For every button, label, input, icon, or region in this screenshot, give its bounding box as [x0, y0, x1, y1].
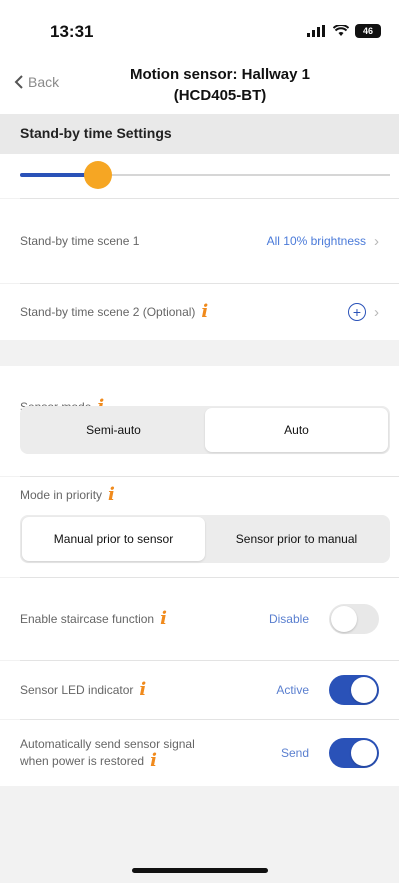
- info-icon[interactable]: i: [108, 486, 115, 504]
- toggle-knob: [351, 740, 377, 766]
- sensor-mode-option-auto[interactable]: Auto: [205, 408, 388, 452]
- nav-bar: Back Motion sensor: Hallway 1 (HCD405-BT…: [0, 58, 399, 114]
- standby-scene1-row[interactable]: Stand-by time scene 1 All 10% brightness…: [0, 199, 399, 283]
- home-indicator: [132, 868, 268, 873]
- info-icon[interactable]: i: [139, 681, 146, 699]
- status-icons: 46: [307, 24, 381, 38]
- power-restore-label-line2-wrap: when power is restored i: [20, 752, 195, 770]
- toggle-knob: [331, 606, 357, 632]
- priority-option-manual[interactable]: Manual prior to sensor: [22, 517, 205, 561]
- chevron-right-icon: ›: [374, 303, 379, 321]
- led-row: Sensor LED indicator i Active: [0, 661, 399, 719]
- page-title-line1: Motion sensor: Hallway 1: [129, 66, 311, 83]
- chevron-right-icon: ›: [374, 232, 379, 250]
- power-restore-row: Automatically send sensor signal when po…: [0, 720, 399, 786]
- led-control: Active: [276, 675, 379, 705]
- wifi-icon: [333, 25, 349, 36]
- add-circle-icon[interactable]: +: [348, 303, 366, 321]
- staircase-control: Disable: [269, 604, 379, 634]
- page-title: Motion sensor: Hallway 1 (HCD405-BT): [90, 64, 350, 106]
- status-time: 13:31: [50, 22, 94, 41]
- status-bar: 13:31 46: [0, 0, 399, 58]
- standby-section-header: Stand-by time Settings: [0, 114, 399, 154]
- power-restore-toggle[interactable]: [329, 738, 379, 768]
- led-toggle[interactable]: [329, 675, 379, 705]
- standby-scene1-value: All 10% brightness: [266, 234, 366, 248]
- led-label: Sensor LED indicator: [20, 683, 134, 697]
- standby-scene2-label: Stand-by time scene 2 (Optional): [20, 305, 196, 319]
- info-icon[interactable]: i: [201, 303, 208, 321]
- staircase-label: Enable staircase function: [20, 612, 155, 626]
- power-restore-control: Send: [281, 738, 379, 768]
- staircase-row: Enable staircase function i Disable: [0, 578, 399, 660]
- priority-segmented: Manual prior to sensor Sensor prior to m…: [20, 515, 390, 563]
- standby-scene1-value-wrap: All 10% brightness ›: [267, 233, 379, 250]
- priority-option-sensor[interactable]: Sensor prior to manual: [205, 517, 388, 561]
- standby-scene2-row[interactable]: Stand-by time scene 2 (Optional) i + ›: [0, 284, 399, 340]
- standby-scene1-label: Stand-by time scene 1: [20, 234, 140, 248]
- priority-label-row: Mode in priority i: [20, 486, 115, 504]
- battery-icon: 46: [355, 24, 381, 38]
- toggle-knob: [351, 677, 377, 703]
- info-icon[interactable]: i: [150, 752, 157, 770]
- staircase-state-label: Disable: [268, 612, 309, 626]
- power-restore-label-line2: when power is restored: [20, 754, 145, 768]
- signal-icon: [307, 25, 325, 37]
- standby-scene2-actions: + ›: [348, 303, 379, 321]
- back-button[interactable]: Back: [14, 74, 59, 90]
- power-restore-label-line1: Automatically send sensor signal: [20, 737, 195, 751]
- led-state-label: Active: [276, 683, 309, 697]
- back-label: Back: [28, 74, 60, 90]
- priority-label: Mode in priority: [20, 488, 103, 502]
- chevron-left-icon: [14, 75, 23, 89]
- info-icon[interactable]: i: [160, 610, 167, 628]
- power-restore-state-label: Send: [280, 746, 309, 760]
- power-restore-label: Automatically send sensor signal when po…: [20, 736, 195, 770]
- standby-slider-thumb[interactable]: [83, 161, 112, 189]
- staircase-toggle[interactable]: [329, 604, 379, 634]
- sensor-mode-option-semi-auto[interactable]: Semi-auto: [22, 408, 205, 452]
- page-title-line2: (HCD405-BT): [173, 87, 267, 104]
- sensor-mode-segmented: Semi-auto Auto: [20, 406, 390, 454]
